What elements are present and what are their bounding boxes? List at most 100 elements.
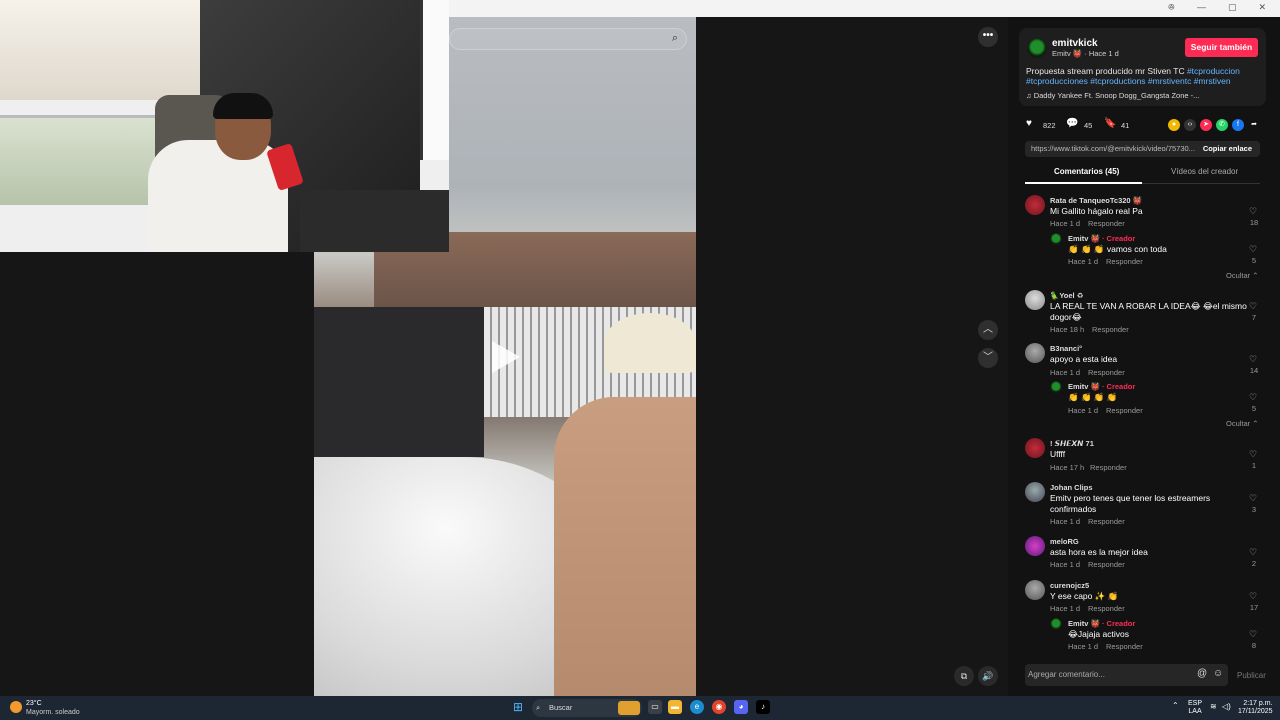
comment-time: Hace 1 d [1050, 219, 1081, 228]
commenter-name[interactable]: Emitv 👹 · Creador [1068, 234, 1135, 243]
profile-icon[interactable]: ꔮ [1168, 2, 1175, 13]
edge-icon[interactable]: e [690, 700, 704, 714]
comment-like-icon[interactable]: ♡ [1249, 493, 1257, 504]
wifi-icon[interactable]: ≋ [1210, 703, 1217, 711]
reply-avatar[interactable] [1050, 618, 1062, 630]
chrome-icon[interactable]: ◉ [712, 700, 726, 714]
play-icon[interactable] [492, 341, 520, 373]
reply-button[interactable]: Responder [1090, 463, 1127, 472]
hashtag-line[interactable]: #tcproducciones #tcproductions #mrstiven… [1026, 76, 1231, 86]
hashtag[interactable]: #tcproduccion [1187, 66, 1240, 76]
commenter-name[interactable]: Emitv 👹 · Creador [1068, 619, 1135, 628]
tab-comments[interactable]: Comentarios (45) [1054, 167, 1119, 176]
comment-like-icon[interactable]: ♡ [1249, 547, 1257, 558]
creator-badge: · Creador [1101, 382, 1136, 391]
discord-icon[interactable]: ◕ [734, 700, 748, 714]
file-explorer-icon[interactable]: ▬ [668, 700, 682, 714]
task-view-icon[interactable]: ▭ [648, 700, 662, 714]
reply-button[interactable]: Responder [1106, 642, 1143, 651]
floating-window-icon[interactable]: ⧉ [954, 666, 974, 686]
hide-replies-button[interactable]: Ocultar ⌃ [1226, 271, 1259, 280]
speaker-icon[interactable]: 🔊 [978, 666, 998, 686]
copy-link-button[interactable]: Copiar enlace [1203, 144, 1252, 153]
commenter-name[interactable]: curenojcz5 [1050, 581, 1089, 590]
comment-like-icon[interactable]: ♡ [1249, 629, 1257, 640]
commenter-avatar[interactable] [1025, 195, 1045, 215]
whatsapp-icon[interactable]: ✆ [1216, 119, 1228, 131]
close-button[interactable]: ✕ [1258, 2, 1266, 13]
reply-button[interactable]: Responder [1088, 604, 1125, 613]
comment-icon[interactable]: 💬 [1066, 118, 1078, 129]
commenter-avatar[interactable] [1025, 438, 1045, 458]
commenter-avatar[interactable] [1025, 482, 1045, 502]
bookmark-icon[interactable]: 🔖 [1104, 118, 1116, 129]
mention-icon[interactable]: @ [1197, 668, 1207, 679]
minimize-button[interactable]: — [1197, 2, 1206, 13]
reply-button[interactable]: Responder [1088, 517, 1125, 526]
hide-replies-button[interactable]: Ocultar ⌃ [1226, 419, 1259, 428]
share-icon[interactable]: ➦ [1248, 119, 1260, 131]
emoji-icon[interactable]: ☺ [1213, 668, 1223, 679]
search-highlight-icon[interactable] [618, 701, 640, 715]
commenter-avatar[interactable] [1025, 290, 1045, 310]
comment-like-icon[interactable]: ♡ [1249, 591, 1257, 602]
reply-button[interactable]: Responder [1106, 257, 1143, 266]
embed-icon[interactable]: ‹› [1184, 119, 1196, 131]
reply-avatar[interactable] [1050, 233, 1062, 245]
comment-like-icon[interactable]: ♡ [1249, 301, 1257, 312]
language-indicator[interactable]: ESP LAA [1188, 700, 1202, 716]
maximize-button[interactable]: ▢ [1228, 2, 1237, 13]
commenter-name[interactable]: Rata de TanqueoTc320 👹 [1050, 196, 1142, 205]
commenter-name[interactable]: ! 𝙎𝙃𝙀𝙓𝙉 71 [1050, 439, 1094, 448]
music-line[interactable]: ♫ Daddy Yankee Ft. Snoop Dogg_Gangsta Zo… [1026, 91, 1199, 100]
comment-like-icon[interactable]: ♡ [1249, 354, 1257, 365]
reply-button[interactable]: Responder [1088, 368, 1125, 377]
commenter-name[interactable]: Johan Clips [1050, 483, 1093, 492]
send-icon[interactable]: ➤ [1200, 119, 1212, 131]
more-options-button[interactable]: ••• [978, 27, 998, 47]
search-bar[interactable]: ⌕ [449, 28, 687, 50]
publish-button[interactable]: Publicar [1237, 671, 1266, 680]
volume-icon[interactable]: ◁) [1222, 703, 1231, 711]
reply-username[interactable]: Emitv 👹 [1068, 382, 1100, 391]
commenter-avatar[interactable] [1025, 580, 1045, 600]
facebook-icon[interactable]: f [1232, 119, 1244, 131]
reply-username[interactable]: Emitv 👹 [1068, 234, 1100, 243]
comment-like-icon[interactable]: ♡ [1249, 449, 1257, 460]
video-url[interactable]: https://www.tiktok.com/@emitvkick/video/… [1031, 144, 1196, 153]
commenter-name[interactable]: meloRG [1050, 537, 1079, 546]
next-video-button[interactable]: ﹀ [978, 348, 998, 368]
comment-input[interactable]: Agregar comentario... [1028, 670, 1105, 679]
commenter-name[interactable]: B3nanci° [1050, 344, 1082, 353]
comment-like-icon[interactable]: ♡ [1249, 244, 1257, 255]
comment-like-count: 2 [1251, 559, 1257, 568]
reply-button[interactable]: Responder [1088, 560, 1125, 569]
comment-like-icon[interactable]: ♡ [1249, 206, 1257, 217]
reply-button[interactable]: Responder [1092, 325, 1129, 334]
reply-username[interactable]: Emitv 👹 [1068, 619, 1100, 628]
coin-icon[interactable]: ● [1168, 119, 1180, 131]
windows-start-icon[interactable]: ⊞ [511, 700, 525, 714]
reply-avatar[interactable] [1050, 381, 1062, 393]
author-avatar[interactable] [1027, 38, 1047, 58]
heart-icon[interactable]: ♥ [1026, 118, 1032, 129]
tray-chevron-icon[interactable]: ⌃ [1172, 702, 1179, 710]
music-title[interactable]: Daddy Yankee Ft. Snoop Dogg_Gangsta Zone… [1034, 91, 1200, 100]
comment-composer[interactable]: Agregar comentario... @ ☺ [1025, 664, 1228, 686]
commenter-avatar[interactable] [1025, 536, 1045, 556]
author-username[interactable]: emitvkick [1052, 38, 1098, 49]
commenter-avatar[interactable] [1025, 343, 1045, 363]
tab-creator-videos[interactable]: Vídeos del creador [1171, 167, 1238, 176]
comment-like-icon[interactable]: ♡ [1249, 392, 1257, 403]
commenter-name[interactable]: Emitv 👹 · Creador [1068, 382, 1135, 391]
tiktok-icon[interactable]: ♪ [756, 700, 770, 714]
clock[interactable]: 2:17 p.m. 17/11/2025 [1238, 700, 1273, 716]
follow-button[interactable]: Seguir también [1185, 38, 1258, 57]
weather-temp: 23°C [26, 700, 42, 707]
previous-video-button[interactable]: ︿ [978, 320, 998, 340]
video-scene-hat [604, 313, 696, 373]
reply-button[interactable]: Responder [1106, 406, 1143, 415]
reply-button[interactable]: Responder [1088, 219, 1125, 228]
search-icon[interactable]: ⌕ [672, 32, 678, 45]
commenter-name[interactable]: 🦜Yoel ♻ [1050, 291, 1083, 300]
